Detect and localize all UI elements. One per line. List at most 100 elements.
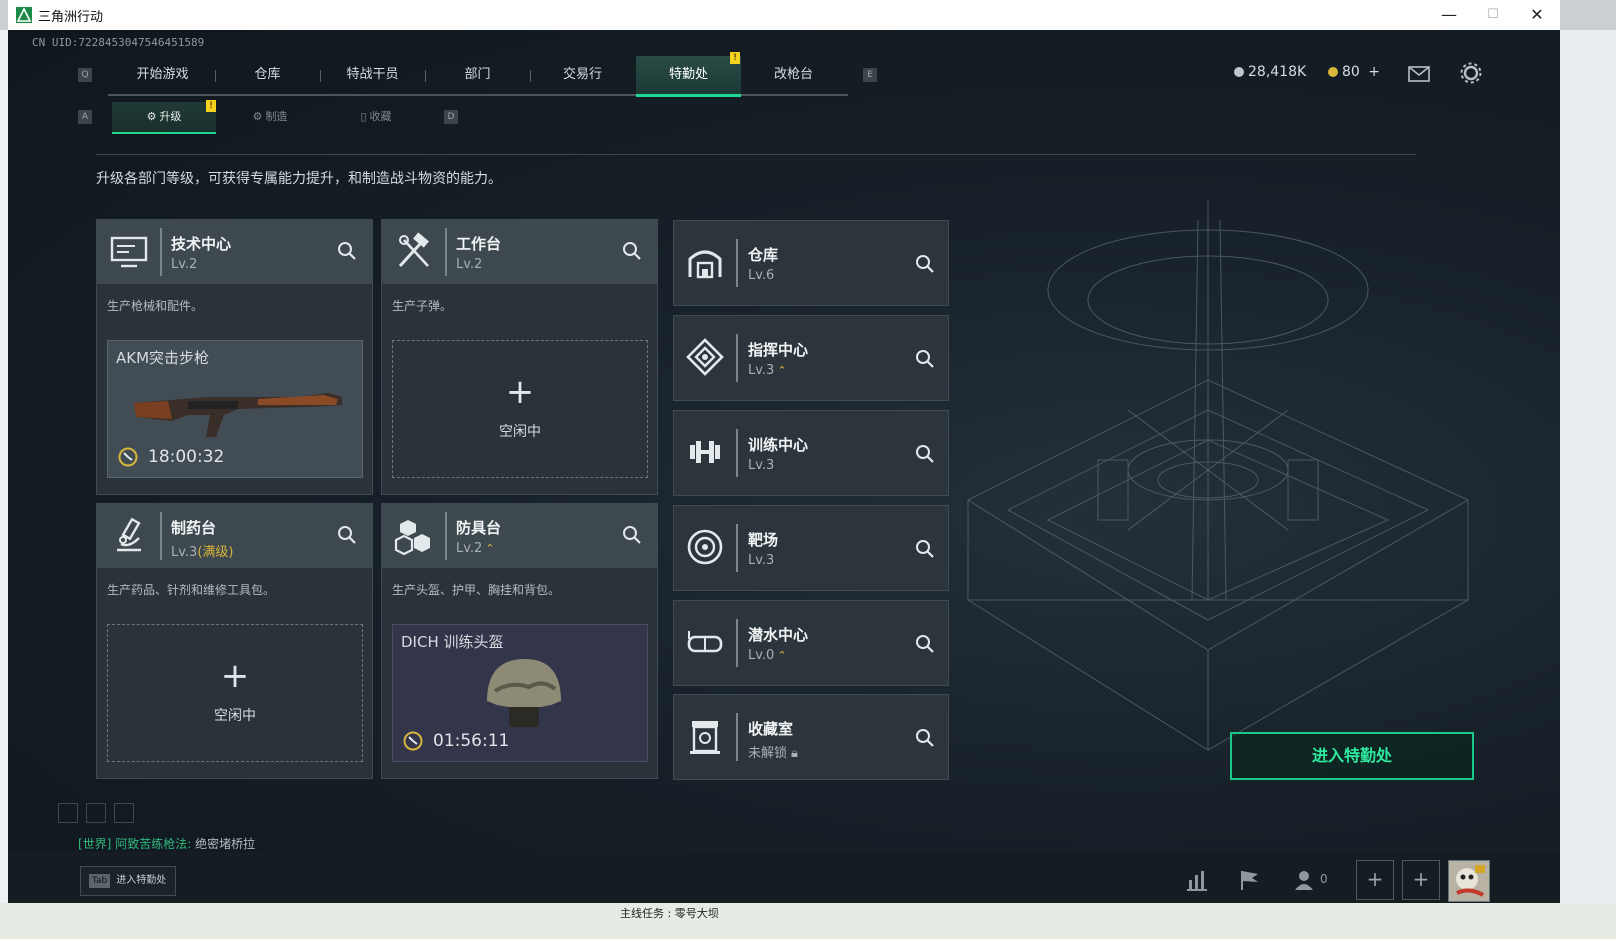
coupon-amount: 80 bbox=[1342, 64, 1360, 80]
subtab-collection[interactable]: ▯ 收藏 bbox=[324, 102, 428, 132]
app-logo-icon bbox=[16, 7, 32, 23]
facility-name: 靶场 bbox=[748, 531, 779, 549]
warehouse-icon bbox=[686, 243, 724, 281]
base-wireframe-illustration bbox=[966, 200, 1470, 751]
subtab-craft[interactable]: ⚙ 制造 bbox=[218, 102, 322, 132]
add-squad-slot-button[interactable]: + bbox=[1356, 860, 1394, 900]
tab-warehouse[interactable]: 仓库 bbox=[215, 56, 320, 94]
card-divider bbox=[736, 713, 738, 761]
window-titlebar: 三角洲行动 — ☐ ✕ bbox=[8, 0, 1560, 31]
facility-card-shooting-range[interactable]: 靶场 Lv.3 bbox=[673, 505, 949, 591]
search-icon[interactable] bbox=[914, 727, 936, 749]
divider bbox=[96, 154, 1416, 155]
microscope-icon bbox=[109, 516, 149, 556]
facility-level: Lv.0 bbox=[748, 648, 775, 663]
item-name: AKM突击步枪 bbox=[116, 349, 210, 367]
card-divider bbox=[445, 512, 447, 560]
card-divider bbox=[736, 619, 738, 667]
page-description: 升级各部门等级，可获得专属能力提升，和制造战斗物资的能力。 bbox=[96, 171, 502, 187]
card-header: 防具台 Lv.2 ⌃ bbox=[382, 504, 657, 568]
friends-icon[interactable]: 0 bbox=[1294, 868, 1338, 892]
search-icon[interactable] bbox=[914, 443, 936, 465]
add-squad-slot-button[interactable]: + bbox=[1402, 860, 1440, 900]
currency-display[interactable]: 28,418K bbox=[1234, 64, 1306, 80]
flag-icon[interactable] bbox=[1236, 868, 1262, 892]
add-coupon-button[interactable]: + bbox=[1368, 64, 1380, 80]
tab-start-game[interactable]: 开始游戏 bbox=[110, 56, 215, 94]
search-icon[interactable] bbox=[914, 348, 936, 370]
subtab-upgrade[interactable]: ⚙ 升级 bbox=[112, 102, 216, 134]
computer-icon bbox=[109, 232, 149, 272]
close-button[interactable]: ✕ bbox=[1514, 0, 1560, 30]
facility-subtitle: 生产头盔、护甲、胸挂和背包。 bbox=[392, 583, 561, 597]
tab-gunsmith[interactable]: 改枪台 bbox=[741, 56, 846, 94]
slot-idle-label: 空闲中 bbox=[214, 708, 256, 724]
max-level-tag: (满级) bbox=[197, 545, 234, 560]
mail-icon[interactable] bbox=[1408, 66, 1430, 86]
search-icon[interactable] bbox=[336, 240, 358, 262]
item-name: DICH 训练头盔 bbox=[401, 633, 504, 651]
facility-level-row: Lv.0 ⌃ bbox=[748, 648, 787, 663]
decor-square bbox=[58, 803, 78, 823]
shortcut-label: 进入特勤处 bbox=[116, 875, 167, 886]
coin-icon bbox=[1234, 67, 1244, 77]
subtab-collection-label: 收藏 bbox=[369, 110, 392, 123]
tab-operators[interactable]: 特战干员 bbox=[320, 56, 425, 94]
armor-icon bbox=[394, 516, 434, 556]
facility-card-pharmacy[interactable]: 制药台 Lv.3(满级) 生产药品、针剂和维修工具包。 + 空闲中 bbox=[96, 503, 373, 779]
facility-card-workbench[interactable]: 工作台 Lv.2 生产子弹。 + 空闲中 bbox=[381, 219, 658, 495]
facility-card-tech-center[interactable]: 技术中心 Lv.2 生产枪械和配件。 AKM突击步枪 18:00:32 bbox=[96, 219, 373, 495]
desktop-left-edge bbox=[0, 30, 8, 910]
tab-trading[interactable]: 交易行 bbox=[530, 56, 635, 94]
production-slot[interactable]: AKM突击步枪 18:00:32 bbox=[107, 340, 363, 478]
facility-level-row: 未解锁 🔒︎ bbox=[748, 742, 798, 761]
facility-card-command-center[interactable]: 指挥中心 Lv.3 ⌃ bbox=[673, 315, 949, 401]
card-header: 技术中心 Lv.2 bbox=[97, 220, 372, 284]
world-chat-line[interactable]: [世界] 阿致苦练枪法: 绝密堵桥拉 bbox=[78, 835, 255, 852]
stats-chart-icon[interactable] bbox=[1184, 868, 1210, 892]
collection-icon bbox=[686, 717, 724, 755]
search-icon[interactable] bbox=[621, 240, 643, 262]
facility-card-warehouse[interactable]: 仓库 Lv.6 bbox=[673, 220, 949, 306]
facility-locked-text: 未解锁 bbox=[748, 746, 788, 761]
facility-level-row: Lv.2 ⌃ bbox=[456, 541, 495, 556]
maximize-button[interactable]: ☐ bbox=[1470, 0, 1516, 30]
upgrade-available-icon: ⌃ bbox=[777, 364, 787, 377]
minimize-button[interactable]: — bbox=[1426, 0, 1472, 30]
collection-box-icon: ▯ bbox=[360, 110, 367, 123]
search-icon[interactable] bbox=[336, 524, 358, 546]
card-divider bbox=[445, 228, 447, 276]
subnav-next-key-hint: D bbox=[444, 110, 458, 124]
facility-subtitle: 生产药品、针剂和维修工具包。 bbox=[107, 583, 276, 597]
facility-name: 仓库 bbox=[748, 246, 779, 264]
enter-special-ops-shortcut[interactable]: Tab 进入特勤处 bbox=[80, 866, 176, 896]
production-slot-empty[interactable]: + 空闲中 bbox=[392, 340, 648, 478]
desktop-right-edge bbox=[1560, 30, 1616, 910]
timer-clock-icon bbox=[118, 447, 138, 467]
enter-special-ops-button[interactable]: 进入特勤处 bbox=[1230, 732, 1474, 780]
search-icon[interactable] bbox=[914, 253, 936, 275]
tab-special-ops[interactable]: 特勤处 bbox=[636, 56, 741, 97]
tab-departments[interactable]: 部门 bbox=[425, 56, 530, 94]
production-slot-empty[interactable]: + 空闲中 bbox=[107, 624, 363, 762]
facility-card-diving-center[interactable]: 潜水中心 Lv.0 ⌃ bbox=[673, 600, 949, 686]
command-icon bbox=[686, 338, 724, 376]
search-icon[interactable] bbox=[621, 524, 643, 546]
card-divider bbox=[736, 334, 738, 382]
facility-level-row: Lv.3 ⌃ bbox=[748, 363, 787, 378]
friends-count: 0 bbox=[1320, 872, 1328, 886]
production-timer: 18:00:32 bbox=[148, 447, 225, 467]
search-icon[interactable] bbox=[914, 538, 936, 560]
facility-card-training-center[interactable]: 训练中心 Lv.3 bbox=[673, 410, 949, 496]
settings-gear-icon[interactable] bbox=[1460, 62, 1482, 88]
player-avatar[interactable] bbox=[1448, 860, 1490, 902]
coupon-display[interactable]: 80 + bbox=[1328, 64, 1380, 80]
facility-card-collection-room[interactable]: 收藏室 未解锁 🔒︎ bbox=[673, 694, 949, 780]
facility-level: Lv.3 bbox=[748, 553, 775, 568]
facility-card-armor-bench[interactable]: 防具台 Lv.2 ⌃ 生产头盔、护甲、胸挂和背包。 DICH 训练头盔 01:56… bbox=[381, 503, 658, 779]
subtab-craft-label: 制造 bbox=[265, 110, 288, 123]
helmet-image bbox=[487, 659, 561, 727]
search-icon[interactable] bbox=[914, 633, 936, 655]
production-slot[interactable]: DICH 训练头盔 01:56:11 bbox=[392, 624, 648, 762]
facility-name: 工作台 bbox=[456, 235, 502, 253]
